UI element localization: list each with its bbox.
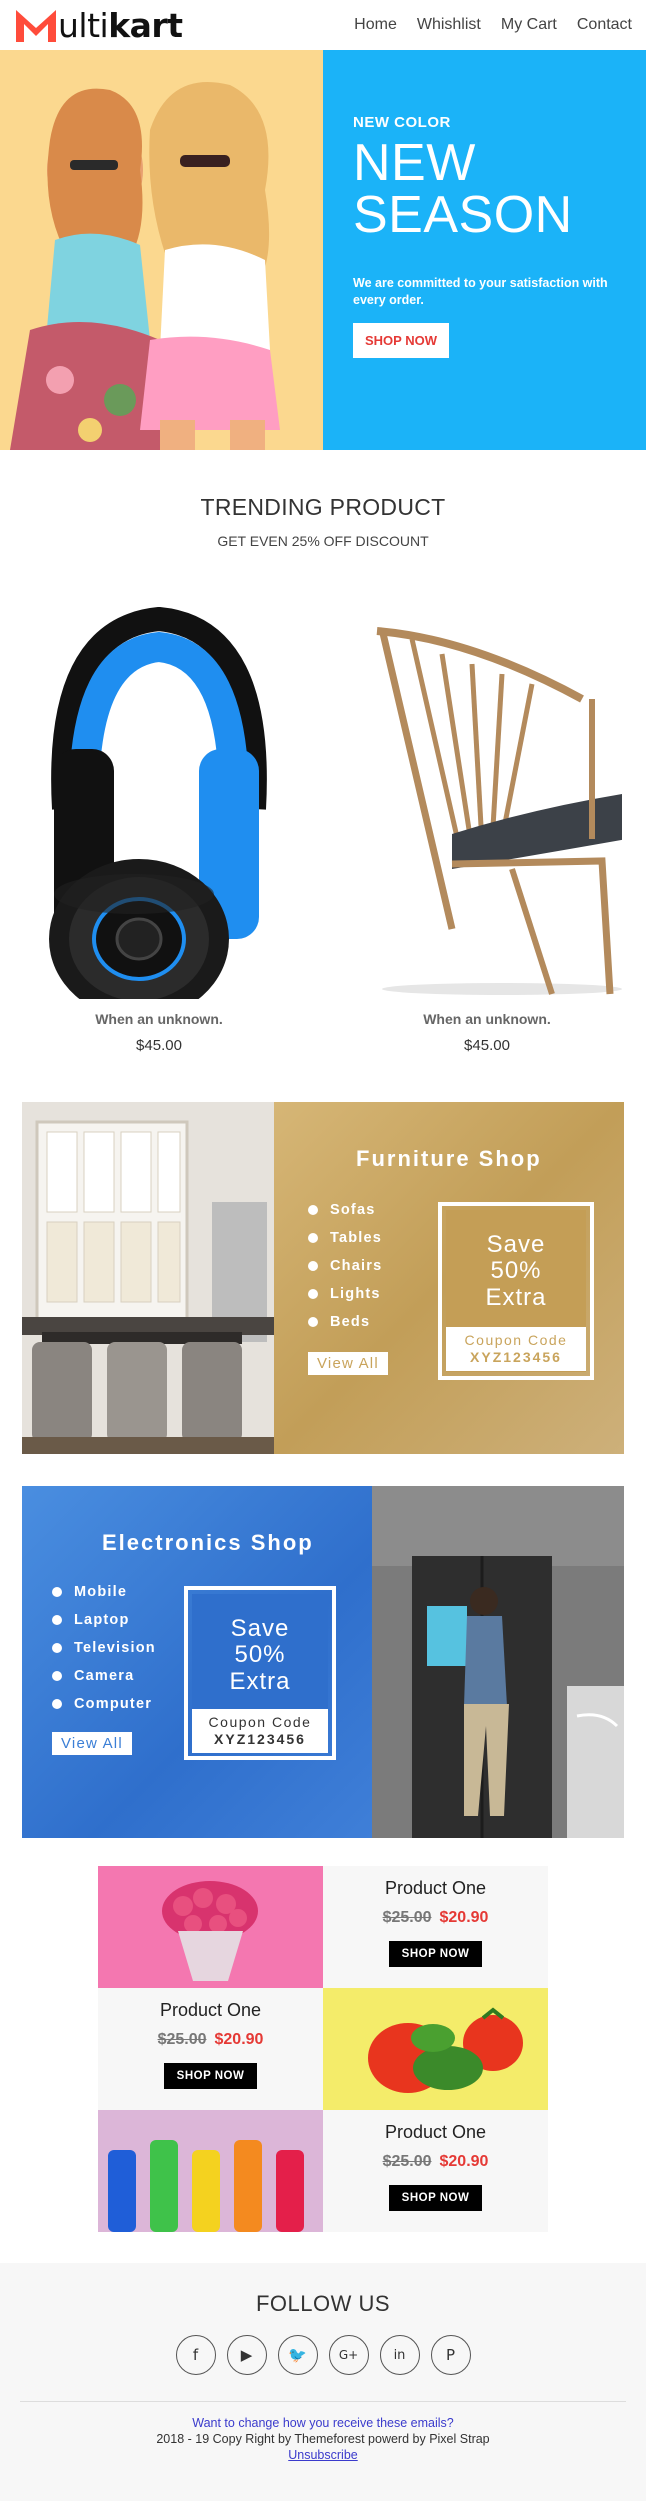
- chair-image[interactable]: [352, 599, 627, 999]
- logo[interactable]: ultikart: [16, 6, 183, 45]
- coupon-code: XYZ123456: [470, 1348, 562, 1365]
- grid-shop-now-button[interactable]: SHOP NOW: [388, 1941, 483, 1967]
- main-nav: Home Whishlist My Cart Contact: [354, 16, 632, 34]
- category-chairs[interactable]: Chairs: [308, 1258, 382, 1274]
- grid-row: Product One $25.00 $20.90 SHOP NOW: [98, 2110, 548, 2232]
- youtube-icon[interactable]: ▶: [226, 2335, 267, 2375]
- grid-product-info: Product One $25.00 $20.90 SHOP NOW: [323, 2110, 548, 2232]
- twitter-icon[interactable]: 🐦: [277, 2335, 318, 2375]
- nav-home[interactable]: Home: [354, 16, 397, 34]
- grid-product-name[interactable]: Product One: [98, 2000, 323, 2021]
- logo-text: ultikart: [58, 6, 183, 45]
- product-price: $45.00: [136, 1037, 182, 1054]
- furniture-view-all-button[interactable]: View All: [308, 1352, 388, 1375]
- trending-subtitle: GET EVEN 25% OFF DISCOUNT: [217, 533, 429, 549]
- coupon-save-text: Save 50% Extra: [485, 1231, 547, 1311]
- grid-shop-now-button[interactable]: SHOP NOW: [388, 2185, 483, 2211]
- hero-banner: NEW COLOR NEW SEASON We are committed to…: [0, 50, 646, 450]
- follow-us-title: FOLLOW US: [255, 2291, 391, 2316]
- coupon-code-box: Coupon Code XYZ123456: [192, 1709, 328, 1753]
- nav-wishlist[interactable]: Whishlist: [417, 16, 481, 34]
- grid-product-info: Product One $25.00 $20.90 SHOP NOW: [98, 1988, 323, 2110]
- category-camera[interactable]: Camera: [52, 1668, 156, 1684]
- hero-image: [0, 50, 323, 450]
- grid-shop-now-button[interactable]: SHOP NOW: [163, 2063, 258, 2089]
- coupon-code-box: Coupon Code XYZ123456: [446, 1327, 586, 1371]
- grid-product-price: $25.00 $20.90: [382, 2153, 489, 2170]
- electronics-title: Electronics Shop: [102, 1530, 314, 1555]
- category-tables[interactable]: Tables: [308, 1230, 382, 1246]
- tomatoes-image[interactable]: [323, 1988, 548, 2110]
- trending-title: TRENDING PRODUCT: [200, 494, 446, 520]
- furniture-category-list: Sofas Tables Chairs Lights Beds: [308, 1202, 382, 1342]
- electronics-category-list: Mobile Laptop Television Camera Computer: [52, 1584, 156, 1724]
- category-beds[interactable]: Beds: [308, 1314, 382, 1330]
- kitchen-image: [22, 1102, 274, 1454]
- crayons-image[interactable]: [98, 2110, 323, 2232]
- coupon-code: XYZ123456: [214, 1730, 306, 1747]
- header: ultikart Home Whishlist My Cart Contact: [0, 0, 646, 50]
- grid-product-price: $25.00 $20.90: [382, 1909, 489, 1926]
- copyright-text: 2018 - 19 Copy Right by Themeforest powe…: [156, 2432, 490, 2446]
- roses-image[interactable]: [98, 1866, 323, 1988]
- product-card[interactable]: When an unknown. $45.00: [24, 599, 294, 1054]
- footer-divider: [20, 2401, 626, 2402]
- electronics-coupon: Save 50% Extra Coupon Code XYZ123456: [184, 1586, 336, 1760]
- grid-product-info: Product One $25.00 $20.90 SHOP NOW: [323, 1866, 548, 1988]
- coupon-code-label: Coupon Code: [208, 1714, 312, 1731]
- furniture-panel: Furniture Shop Sofas Tables Chairs Light…: [274, 1102, 624, 1454]
- coupon-code-label: Coupon Code: [464, 1332, 568, 1349]
- hero-text: We are committed to your satisfaction wi…: [353, 276, 608, 307]
- nav-my-cart[interactable]: My Cart: [501, 16, 557, 34]
- furniture-coupon: Save 50% Extra Coupon Code XYZ123456: [438, 1202, 594, 1380]
- product-name[interactable]: When an unknown.: [24, 1011, 294, 1027]
- product-name[interactable]: When an unknown.: [352, 1011, 622, 1027]
- category-lights[interactable]: Lights: [308, 1286, 382, 1302]
- hero-title: NEW SEASON: [353, 134, 573, 244]
- nav-contact[interactable]: Contact: [577, 16, 632, 34]
- unsubscribe-link[interactable]: Unsubscribe: [0, 2448, 646, 2462]
- email-page: ultikart Home Whishlist My Cart Contact: [0, 0, 646, 2501]
- category-mobile[interactable]: Mobile: [52, 1584, 156, 1600]
- furniture-shop-banner: Furniture Shop Sofas Tables Chairs Light…: [22, 1102, 624, 1454]
- coupon-save-text: Save 50% Extra: [229, 1615, 291, 1695]
- category-television[interactable]: Television: [52, 1640, 156, 1656]
- electronics-shop-banner: Electronics Shop Mobile Laptop Televisio…: [22, 1486, 624, 1838]
- logo-m-icon: [16, 10, 56, 42]
- google-plus-icon[interactable]: G+: [328, 2335, 369, 2375]
- grid-product-name[interactable]: Product One: [323, 1878, 548, 1899]
- furniture-title: Furniture Shop: [356, 1146, 542, 1171]
- product-grid: Product One $25.00 $20.90 SHOP NOW Produc…: [98, 1866, 548, 2232]
- category-laptop[interactable]: Laptop: [52, 1612, 156, 1628]
- footer: FOLLOW US f ▶ 🐦 G+ in P Want to change h…: [0, 2263, 646, 2501]
- trending-products: When an unknown. $45.00 When an unknown.…: [0, 549, 646, 1054]
- electronics-panel: Electronics Shop Mobile Laptop Televisio…: [22, 1486, 372, 1838]
- grid-row: Product One $25.00 $20.90 SHOP NOW: [98, 1866, 548, 1988]
- hero-kicker: NEW COLOR: [353, 114, 451, 131]
- shop-now-button[interactable]: SHOP NOW: [353, 322, 449, 358]
- pinterest-icon[interactable]: P: [430, 2335, 471, 2375]
- category-computer[interactable]: Computer: [52, 1696, 156, 1712]
- linkedin-icon[interactable]: in: [379, 2335, 420, 2375]
- fridge-image: [372, 1486, 624, 1838]
- social-links: f ▶ 🐦 G+ in P: [0, 2335, 646, 2375]
- facebook-icon[interactable]: f: [175, 2335, 216, 2375]
- trending-header: TRENDING PRODUCT GET EVEN 25% OFF DISCOU…: [0, 450, 646, 549]
- grid-product-name[interactable]: Product One: [323, 2122, 548, 2143]
- grid-row: Product One $25.00 $20.90 SHOP NOW: [98, 1988, 548, 2110]
- grid-product-price: $25.00 $20.90: [157, 2031, 264, 2048]
- email-preferences-link[interactable]: Want to change how you receive these ema…: [0, 2416, 646, 2430]
- hero-content: NEW COLOR NEW SEASON We are committed to…: [323, 50, 646, 450]
- product-card[interactable]: When an unknown. $45.00: [352, 599, 627, 1054]
- headphones-image[interactable]: [24, 599, 294, 1019]
- electronics-view-all-button[interactable]: View All: [52, 1732, 132, 1755]
- category-sofas[interactable]: Sofas: [308, 1202, 382, 1218]
- product-price: $45.00: [464, 1037, 510, 1054]
